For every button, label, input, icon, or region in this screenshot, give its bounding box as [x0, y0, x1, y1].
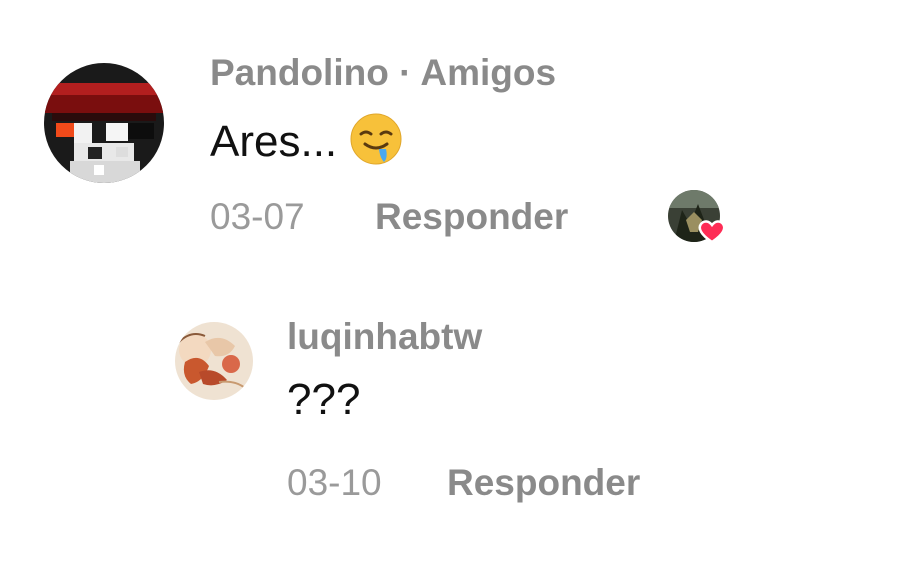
creator-liked-badge	[668, 190, 730, 246]
comments-thread: Pandolino · Amigos Ares... 03-07 Respond…	[0, 0, 913, 568]
reply-button[interactable]: Responder	[447, 462, 640, 504]
illustrated-avatar-image	[175, 322, 253, 400]
drooling-face-icon	[349, 112, 403, 177]
avatar-luqinhabtw[interactable]	[175, 322, 253, 400]
relation-tag: Amigos	[420, 52, 557, 93]
comment-body: ???	[287, 375, 361, 424]
avatar-pandolino[interactable]	[44, 63, 164, 183]
comment-text: Ares...	[210, 112, 403, 177]
separator: ·	[388, 52, 421, 93]
comment-date: 03-10	[287, 462, 382, 503]
pixel-art-avatar-image	[44, 63, 164, 183]
comment-date: 03-07	[210, 196, 305, 237]
author-name[interactable]: luqinhabtw	[287, 316, 482, 358]
comment-body: Ares...	[210, 117, 338, 167]
comment-author-line: Pandolino · Amigos	[210, 52, 556, 94]
author-name[interactable]: Pandolino	[210, 52, 389, 93]
reply-button[interactable]: Responder	[375, 196, 568, 238]
